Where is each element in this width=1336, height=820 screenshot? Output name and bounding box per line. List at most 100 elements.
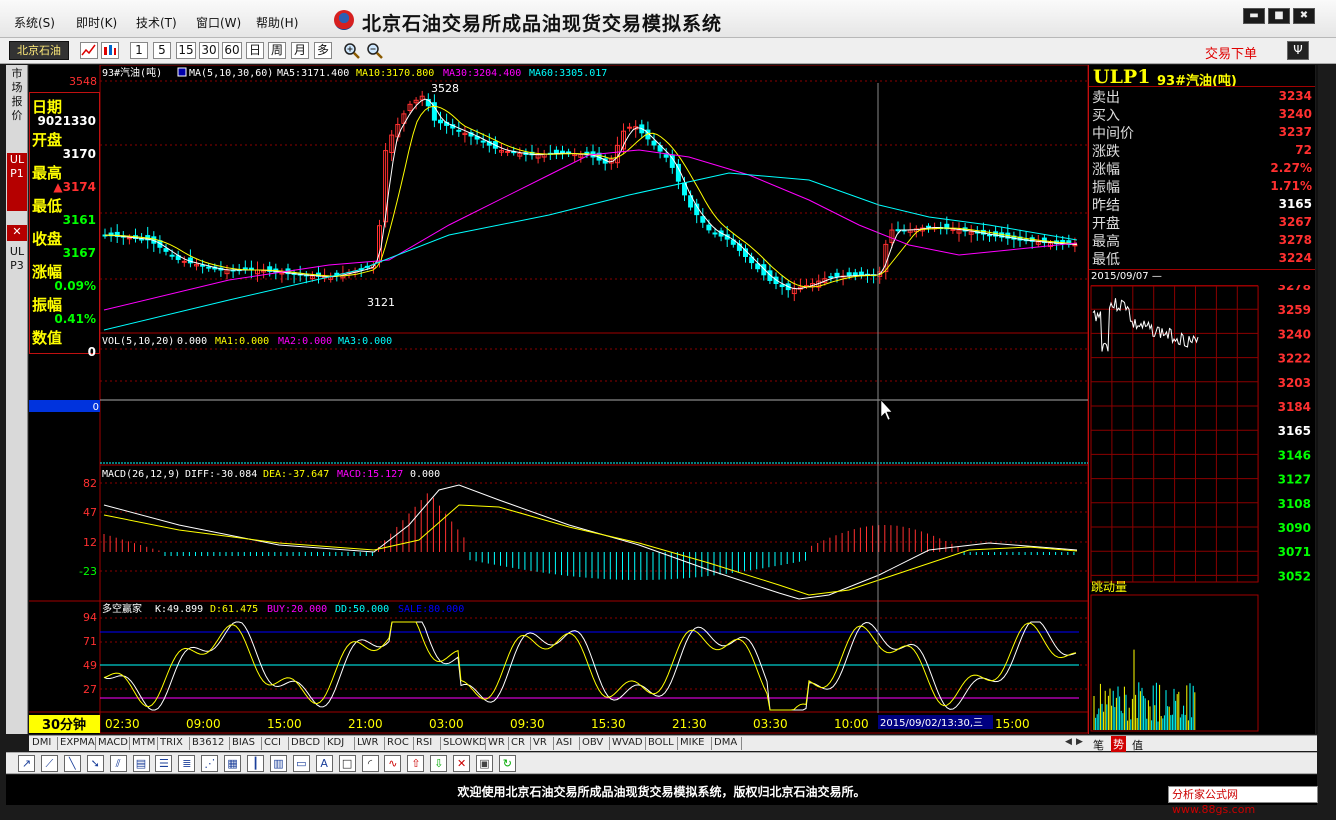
- quote-value: 3267: [1278, 215, 1312, 229]
- period-30min-button[interactable]: 30: [199, 42, 219, 59]
- indicator-tab-vr[interactable]: VR: [533, 737, 547, 748]
- tab-scroll-left-icon[interactable]: ◀: [1065, 737, 1072, 747]
- indicator-tab-rsi[interactable]: RSI: [416, 737, 432, 748]
- draw-text-icon[interactable]: A: [315, 755, 333, 772]
- indicator-tab-trix[interactable]: TRIX: [160, 737, 183, 748]
- draw-channel-icon[interactable]: ⫽: [109, 755, 127, 772]
- tab-ulp1[interactable]: ULP1: [7, 153, 27, 211]
- draw-wave-icon[interactable]: ∿: [384, 755, 402, 772]
- indicator-tab-wr[interactable]: WR: [488, 737, 505, 748]
- indicator-tab-dbcd[interactable]: DBCD: [291, 737, 320, 748]
- draw-arc-icon[interactable]: ◜: [361, 755, 379, 772]
- indicator-tab-slowkd[interactable]: SLOWKD: [443, 737, 487, 748]
- pin-button[interactable]: Ψ: [1287, 41, 1309, 60]
- draw-parallel-icon[interactable]: ≣: [178, 755, 196, 772]
- tab-ulp3[interactable]: ULP3: [7, 245, 27, 303]
- draw-text-box-icon[interactable]: ▤: [132, 755, 150, 772]
- menu-system[interactable]: 系统(S): [14, 14, 55, 31]
- info-label: 数值: [32, 329, 63, 347]
- indicator-tab-asi[interactable]: ASI: [556, 737, 572, 748]
- candle-chart-icon[interactable]: [101, 42, 119, 59]
- candle-body: [438, 119, 443, 124]
- side-tab-trend[interactable]: 势: [1111, 736, 1126, 752]
- draw-rect-icon[interactable]: ▭: [292, 755, 310, 772]
- chart-area[interactable]: 93#汽油(吨) MA(5,10,30,60) MA5:3171.400 MA1…: [29, 65, 1089, 734]
- menu-window[interactable]: 窗口(W): [196, 14, 241, 31]
- info-value: 3170: [62, 147, 96, 161]
- period-week-button[interactable]: 周: [268, 42, 286, 59]
- candle-body: [926, 225, 931, 228]
- indicator-tab-mike[interactable]: MIKE: [680, 737, 704, 748]
- draw-fan-icon[interactable]: ⋰: [201, 755, 219, 772]
- delete-drawing-icon[interactable]: ✕: [453, 755, 471, 772]
- side-tab-stroke[interactable]: 笔: [1093, 737, 1104, 753]
- menu-technical[interactable]: 技术(T): [136, 14, 177, 31]
- draw-line-icon[interactable]: ↗: [18, 755, 35, 772]
- minimize-button[interactable]: ▬: [1243, 8, 1265, 24]
- menu-realtime[interactable]: 即时(K): [76, 14, 117, 31]
- indicator-tab-cci[interactable]: CCI: [264, 737, 281, 748]
- quote-label: 涨幅: [1092, 162, 1120, 178]
- side-tab-value[interactable]: 值: [1132, 737, 1143, 753]
- draw-down-arrow-icon[interactable]: ⇩: [430, 755, 448, 772]
- refresh-icon[interactable]: ↻: [498, 755, 516, 772]
- tab-market-quote[interactable]: 市场报价: [7, 67, 27, 123]
- indicator-tab-lwr[interactable]: LWR: [357, 737, 379, 748]
- macd-label: MACD(26,12,9): [102, 469, 180, 480]
- draw-square-icon[interactable]: □: [338, 755, 356, 772]
- quote-value: 3237: [1278, 125, 1312, 139]
- tab-scroll-right-icon[interactable]: ▶: [1076, 737, 1083, 747]
- high-price-marker: 3528: [431, 82, 459, 95]
- indicator-tab-wvad[interactable]: WVAD: [612, 737, 643, 748]
- period-day-button[interactable]: 日: [246, 42, 264, 59]
- quote-label: 最高: [1092, 234, 1120, 250]
- period-15min-button[interactable]: 15: [176, 42, 196, 59]
- chart-canvas[interactable]: 93#汽油(吨) MA(5,10,30,60) MA5:3171.400 MA1…: [29, 65, 1089, 734]
- draw-grid-icon[interactable]: ▥: [269, 755, 287, 772]
- indicator-tab-b3612[interactable]: B3612: [192, 737, 224, 748]
- save-drawing-icon[interactable]: ▣: [476, 755, 493, 772]
- draw-gann-icon[interactable]: ▦: [224, 755, 242, 772]
- quote-code: ULP1: [1093, 66, 1151, 88]
- zoom-in-icon[interactable]: [343, 42, 361, 59]
- macd-tick: 12: [83, 536, 97, 549]
- mini-chart-date: 2015/09/07 —: [1091, 271, 1162, 282]
- draw-segment-icon[interactable]: ╲: [63, 755, 81, 772]
- indicator-tab-cr[interactable]: CR: [511, 737, 525, 748]
- kd-series: [103, 621, 1077, 711]
- period-1min-button[interactable]: 1: [130, 42, 148, 59]
- draw-up-arrow-icon[interactable]: ⇧: [407, 755, 425, 772]
- indicator-tab-dma[interactable]: DMA: [714, 737, 737, 748]
- trade-order-link[interactable]: 交易下单: [1205, 43, 1257, 62]
- indicator-tab-kdj[interactable]: KDJ: [327, 737, 344, 748]
- indicator-tab-bias[interactable]: BIAS: [232, 737, 255, 748]
- close-tab-icon[interactable]: ✕: [7, 225, 27, 241]
- exchange-button[interactable]: 北京石油: [9, 41, 69, 60]
- maximize-button[interactable]: ■: [1268, 8, 1290, 24]
- draw-period-icon[interactable]: ┃: [247, 755, 264, 772]
- volume-ma3: MA3:0.000: [338, 336, 392, 347]
- close-button[interactable]: ✖: [1293, 8, 1315, 24]
- indicator-tab-obv[interactable]: OBV: [582, 737, 603, 748]
- indicator-tab-roc[interactable]: ROC: [387, 737, 409, 748]
- mini-price-line: [1092, 298, 1199, 352]
- draw-arrow-icon[interactable]: ➘: [86, 755, 104, 772]
- zoom-out-icon[interactable]: [366, 42, 384, 59]
- menu-help[interactable]: 帮助(H): [256, 14, 298, 31]
- indicator-tab-expma[interactable]: EXPMA: [60, 737, 95, 748]
- indicator-tab-dmi[interactable]: DMI: [32, 737, 51, 748]
- candle-body: [206, 266, 212, 269]
- indicator-tab-mtm[interactable]: MTM: [132, 737, 155, 748]
- period-5min-button[interactable]: 5: [153, 42, 171, 59]
- period-month-button[interactable]: 月: [291, 42, 309, 59]
- period-multi-button[interactable]: 多: [314, 42, 332, 59]
- indicator-tab-macd[interactable]: MACD: [98, 737, 128, 748]
- quote-panel: ULP1 93#汽油(吨) 卖出 3234 买入 3240 中间价 3237 涨跌 72 涨幅 2…: [1088, 65, 1315, 734]
- draw-fib-icon[interactable]: ☰: [155, 755, 173, 772]
- period-60min-button[interactable]: 60: [222, 42, 242, 59]
- indicator-tab-boll[interactable]: BOLL: [648, 737, 674, 748]
- line-chart-icon[interactable]: [80, 42, 98, 59]
- draw-ray-icon[interactable]: ⟋: [40, 755, 58, 772]
- volume-label: VOL(5,10,20): [102, 336, 174, 347]
- quote-label: 振幅: [1092, 180, 1120, 196]
